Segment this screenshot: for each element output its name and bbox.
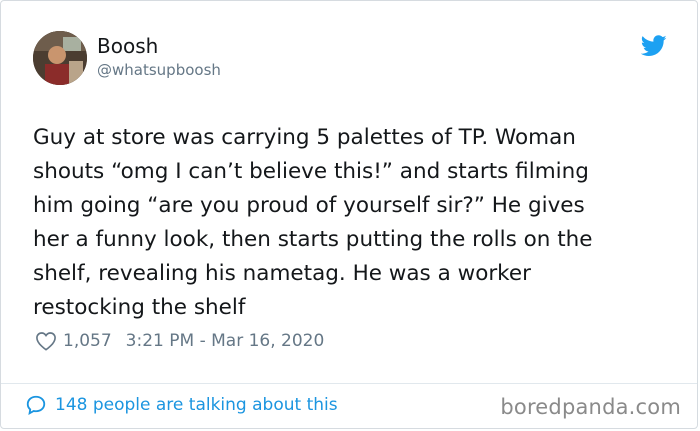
tweet-header: Boosh @whatsupboosh <box>33 31 667 87</box>
talking-about-label[interactable]: 148 people are talking about this <box>55 395 338 415</box>
twitter-bird-icon[interactable] <box>641 35 667 57</box>
tweet-meta: 1,057 3:21 PM - Mar 16, 2020 <box>35 331 324 351</box>
display-name[interactable]: Boosh <box>97 33 221 59</box>
like-count[interactable]: 1,057 <box>63 331 112 351</box>
tweet-timestamp[interactable]: 3:21 PM - Mar 16, 2020 <box>126 331 325 351</box>
tweet-card: Boosh @whatsupboosh Guy at store was car… <box>0 0 698 429</box>
speech-bubble-icon <box>26 395 46 415</box>
avatar[interactable] <box>33 31 87 85</box>
watermark: boredpanda.com <box>500 395 681 419</box>
user-handle[interactable]: @whatsupboosh <box>97 60 221 80</box>
talking-about-link[interactable]: 148 people are talking about this <box>25 394 338 416</box>
user-info: Boosh @whatsupboosh <box>97 33 221 80</box>
heart-icon[interactable] <box>35 331 57 351</box>
divider <box>1 383 697 384</box>
tweet-text: Guy at store was carrying 5 palettes of … <box>33 125 593 320</box>
